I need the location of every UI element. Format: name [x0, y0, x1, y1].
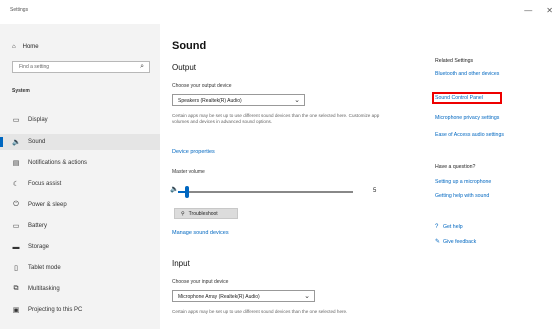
sound-control-panel-link[interactable]: Sound Control Panel: [435, 95, 483, 101]
input-heading: Input: [172, 259, 190, 268]
sidebar-item-label: Power & sleep: [28, 202, 67, 208]
output-device-value: Speakers (Realtek(R) Audio): [178, 98, 242, 104]
volume-slider[interactable]: [178, 186, 353, 198]
give-feedback-label: Give feedback: [443, 239, 477, 245]
moon-icon: ☾: [12, 181, 20, 188]
sidebar-item-label: Projecting to this PC: [28, 307, 83, 313]
troubleshoot-label: Troubleshoot: [188, 211, 218, 217]
question-heading: Have a question?: [435, 164, 476, 170]
input-device-value: Microphone Array (Realtek(R) Audio): [178, 294, 260, 300]
sidebar-item-projecting[interactable]: ▣ Projecting to this PC: [0, 302, 160, 318]
related-settings-heading: Related Settings: [435, 58, 474, 64]
microphone-privacy-link[interactable]: Microphone privacy settings: [435, 115, 499, 121]
troubleshoot-button[interactable]: ⚲ Troubleshoot: [174, 208, 238, 219]
home-icon: ⌂: [12, 44, 16, 50]
get-help-label: Get help: [443, 224, 463, 230]
output-device-dropdown[interactable]: Speakers (Realtek(R) Audio) ⌄: [172, 94, 305, 106]
input-device-dropdown[interactable]: Microphone Array (Realtek(R) Audio) ⌄: [172, 290, 315, 302]
close-button[interactable]: ✕: [546, 6, 553, 15]
input-description: Certain apps may be set up to use differ…: [172, 309, 348, 314]
power-icon: ⏻: [13, 201, 19, 208]
help-icon: ?: [435, 224, 439, 230]
window-controls: — ✕: [524, 6, 553, 15]
device-properties-link[interactable]: Device properties: [172, 149, 215, 155]
project-icon: ▣: [12, 307, 20, 314]
output-device-label: Choose your output device: [172, 83, 232, 89]
sidebar-item-tablet-mode[interactable]: ▯ Tablet mode: [0, 260, 160, 276]
chevron-down-icon: ⌄: [304, 293, 310, 300]
storage-icon: ▬: [12, 243, 20, 251]
sidebar-item-label: Display: [28, 117, 48, 123]
get-help-link[interactable]: ? Get help: [435, 224, 463, 230]
sidebar-item-power[interactable]: ⏻ Power & sleep: [0, 197, 160, 213]
ease-of-access-audio-link[interactable]: Ease of Access audio settings: [435, 132, 504, 138]
search-placeholder: Find a setting: [19, 64, 50, 70]
home-nav-item[interactable]: ⌂ Home: [12, 44, 39, 50]
output-heading: Output: [172, 63, 197, 72]
input-device-label: Choose your input device: [172, 279, 229, 285]
sidebar-item-label: Multitasking: [28, 286, 60, 292]
search-icon: ⌕: [140, 63, 144, 70]
battery-icon: ▭: [12, 223, 20, 230]
multitask-icon: ⧉: [13, 285, 19, 292]
sidebar-item-display[interactable]: ▭ Display: [0, 112, 160, 128]
sidebar-item-storage[interactable]: ▬ Storage: [0, 239, 160, 255]
volume-value: 5: [373, 188, 377, 194]
give-feedback-link[interactable]: ✎ Give feedback: [435, 238, 476, 245]
app-title: Settings: [10, 7, 29, 13]
volume-label: Master volume: [172, 169, 205, 175]
sidebar-item-focus-assist[interactable]: ☾ Focus assist: [0, 176, 160, 192]
home-label: Home: [22, 44, 39, 50]
feedback-icon: ✎: [435, 239, 441, 245]
sidebar-item-label: Storage: [28, 244, 50, 250]
volume-slider-thumb[interactable]: [184, 186, 189, 198]
sidebar-item-multitasking[interactable]: ⧉ Multitasking: [0, 281, 160, 297]
tablet-icon: ▯: [14, 265, 18, 272]
sidebar: ⌂ Home Find a setting ⌕ System ▭ Display…: [0, 24, 160, 329]
wrench-icon: ⚲: [181, 211, 185, 217]
sidebar-item-label: Tablet mode: [28, 265, 61, 271]
speaker-icon: 🔈: [12, 139, 21, 146]
manage-sound-devices-link[interactable]: Manage sound devices: [172, 230, 229, 236]
sidebar-item-sound[interactable]: 🔈 Sound: [0, 134, 160, 150]
sidebar-item-label: Notifications & actions: [28, 160, 88, 166]
sidebar-item-battery[interactable]: ▭ Battery: [0, 218, 160, 234]
bluetooth-devices-link[interactable]: Bluetooth and other devices: [435, 71, 499, 77]
sidebar-item-notifications[interactable]: ▤ Notifications & actions: [0, 155, 160, 171]
main-content: Sound Output Choose your output device S…: [160, 24, 559, 329]
sidebar-item-label: Battery: [28, 223, 48, 229]
title-bar: Settings — ✕: [0, 0, 559, 24]
notification-icon: ▤: [12, 160, 20, 167]
search-input[interactable]: Find a setting ⌕: [12, 61, 150, 73]
monitor-icon: ▭: [12, 117, 20, 124]
sidebar-item-label: Sound: [28, 139, 46, 145]
output-description: Certain apps may be set up to use differ…: [172, 113, 380, 124]
section-label: System: [12, 88, 30, 94]
page-title: Sound: [172, 40, 207, 52]
setup-microphone-link[interactable]: Setting up a microphone: [435, 179, 491, 185]
sound-help-link[interactable]: Getting help with sound: [435, 193, 489, 199]
minimize-button[interactable]: —: [524, 6, 532, 15]
sidebar-item-label: Focus assist: [28, 181, 62, 187]
chevron-down-icon: ⌄: [294, 97, 300, 104]
